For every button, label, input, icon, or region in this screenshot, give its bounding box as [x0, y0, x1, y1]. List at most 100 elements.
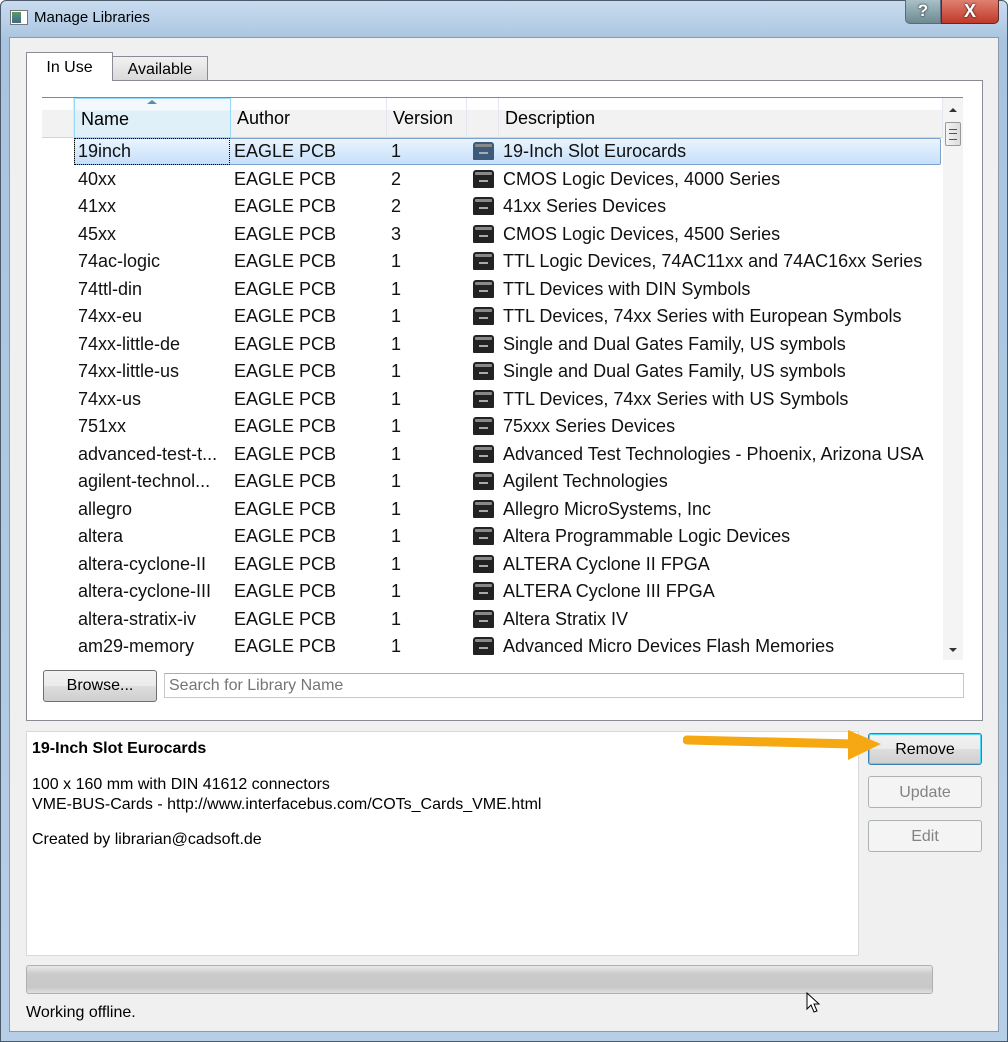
cell-author: EAGLE PCB [234, 306, 337, 326]
cell-name: allegro [78, 498, 133, 519]
cell-description: Advanced Test Technologies - Phoenix, Ar… [503, 443, 924, 464]
cell-name: am29-memory [78, 636, 195, 656]
table-row[interactable]: am29-memory EAGLE PCB 1 Advanced Micro D… [42, 633, 943, 661]
library-icon [473, 389, 494, 408]
scroll-down-icon[interactable] [949, 648, 957, 652]
header-author[interactable]: Author [231, 98, 387, 138]
close-button[interactable]: X [941, 0, 999, 24]
cell-version: 2 [391, 168, 402, 189]
update-button[interactable]: Update [868, 776, 982, 808]
library-icon [473, 637, 494, 655]
header-icon[interactable] [467, 98, 499, 138]
cell-author: EAGLE PCB [234, 526, 337, 546]
library-icon [473, 197, 494, 215]
edit-button[interactable]: Edit [868, 820, 982, 852]
library-icon [473, 279, 494, 298]
library-icon [473, 444, 494, 463]
table-row[interactable]: advanced-test-t... EAGLE PCB 1 Advanced … [42, 441, 943, 469]
cell-author: EAGLE PCB [234, 553, 337, 574]
table-row[interactable]: 74xx-eu EAGLE PCB 1 TTL Devices, 74xx Se… [42, 303, 943, 331]
library-icon [473, 554, 494, 573]
browse-button[interactable]: Browse... [43, 670, 157, 702]
search-input[interactable] [164, 673, 964, 698]
header-version[interactable]: Version [387, 98, 467, 138]
cell-author: EAGLE PCB [234, 608, 337, 629]
details-line: VME-BUS-Cards - http://www.interfacebus.… [32, 796, 542, 813]
library-icon [473, 472, 494, 490]
cell-name: altera [78, 526, 124, 546]
cell-name: altera-cyclone-III [78, 581, 212, 601]
table-row[interactable]: 45xx EAGLE PCB 3 CMOS Logic Devices, 450… [42, 221, 943, 249]
table-row[interactable]: 41xx EAGLE PCB 2 41xx Series Devices [42, 193, 943, 221]
table-row[interactable]: 74xx-us EAGLE PCB 1 TTL Devices, 74xx Se… [42, 386, 943, 414]
cell-author: EAGLE PCB [234, 471, 337, 491]
cell-name: altera-stratix-iv [78, 608, 197, 629]
table-row[interactable]: 74xx-little-de EAGLE PCB 1 Single and Du… [42, 331, 943, 359]
cell-version: 1 [391, 141, 402, 161]
cell-author: EAGLE PCB [234, 416, 337, 436]
cell-version: 1 [391, 443, 402, 464]
cell-description: TTL Devices, 74xx Series with US Symbols [503, 388, 849, 409]
cell-name: advanced-test-t... [78, 443, 218, 464]
cell-author: EAGLE PCB [234, 333, 337, 354]
cell-description: CMOS Logic Devices, 4000 Series [503, 168, 781, 189]
cell-name: 74xx-little-us [78, 361, 180, 381]
mouse-cursor-icon [806, 992, 821, 1013]
tab-available[interactable]: Available [112, 56, 208, 81]
table-row[interactable]: altera-stratix-iv EAGLE PCB 1 Altera Str… [42, 606, 943, 634]
cell-description: Single and Dual Gates Family, US symbols [503, 333, 846, 354]
vertical-scrollbar[interactable] [943, 98, 963, 660]
cell-description: CMOS Logic Devices, 4500 Series [503, 223, 781, 244]
cell-author: EAGLE PCB [234, 498, 337, 519]
cell-version: 2 [391, 196, 402, 216]
cell-description: 41xx Series Devices [503, 196, 667, 216]
library-icon [473, 499, 494, 518]
cell-name: 74xx-little-de [78, 333, 181, 354]
cell-version: 1 [391, 471, 402, 491]
cell-author: EAGLE PCB [234, 361, 337, 381]
cell-name: 19inch [74, 138, 230, 165]
table-row[interactable]: 40xx EAGLE PCB 2 CMOS Logic Devices, 400… [42, 166, 943, 194]
table-row[interactable]: 74ttl-din EAGLE PCB 1 TTL Devices with D… [42, 276, 943, 304]
table-row[interactable]: 751xx EAGLE PCB 1 75xxx Series Devices [42, 413, 943, 441]
cell-name: 74xx-eu [78, 306, 143, 326]
table-row[interactable]: 19inch EAGLE PCB 1 19-Inch Slot Eurocard… [42, 138, 943, 166]
cell-author: EAGLE PCB [234, 278, 337, 299]
scroll-thumb[interactable] [945, 122, 961, 146]
cell-version: 1 [391, 636, 402, 656]
cell-author: EAGLE PCB [234, 223, 337, 244]
header-description[interactable]: Description [499, 98, 943, 138]
header-spacer [42, 98, 74, 138]
table-row[interactable]: altera-cyclone-III EAGLE PCB 1 ALTERA Cy… [42, 578, 943, 606]
scroll-up-icon[interactable] [949, 108, 957, 112]
cell-author: EAGLE PCB [234, 141, 337, 161]
cell-version: 1 [391, 608, 402, 629]
header-name[interactable]: Name [74, 98, 231, 138]
table-row[interactable]: 74ac-logic EAGLE PCB 1 TTL Logic Devices… [42, 248, 943, 276]
table-row[interactable]: allegro EAGLE PCB 1 Allegro MicroSystems… [42, 496, 943, 524]
table-row[interactable]: agilent-technol... EAGLE PCB 1 Agilent T… [42, 468, 943, 496]
cell-author: EAGLE PCB [234, 168, 337, 189]
cell-description: Single and Dual Gates Family, US symbols [503, 361, 846, 381]
table-row[interactable]: 74xx-little-us EAGLE PCB 1 Single and Du… [42, 358, 943, 386]
cell-version: 1 [391, 278, 402, 299]
cell-author: EAGLE PCB [234, 581, 337, 601]
help-button[interactable]: ? [905, 0, 941, 24]
cell-version: 1 [391, 526, 402, 546]
library-icon [473, 527, 494, 545]
library-icon [473, 609, 494, 628]
tab-in-use[interactable]: In Use [26, 52, 113, 81]
cell-description: Allegro MicroSystems, Inc [503, 498, 712, 519]
table-row[interactable]: altera-cyclone-II EAGLE PCB 1 ALTERA Cyc… [42, 551, 943, 579]
library-icon [473, 252, 494, 270]
library-icon [473, 417, 494, 435]
details-line: Created by librarian@cadsoft.de [32, 831, 262, 848]
table-row[interactable]: altera EAGLE PCB 1 Altera Programmable L… [42, 523, 943, 551]
cell-version: 1 [391, 581, 402, 601]
cell-description: 75xxx Series Devices [503, 416, 676, 436]
details-line: 100 x 160 mm with DIN 41612 connectors [32, 776, 330, 793]
app-icon [10, 10, 28, 25]
cell-author: EAGLE PCB [234, 636, 337, 656]
cell-version: 1 [391, 498, 402, 519]
remove-button[interactable]: Remove [868, 733, 982, 765]
